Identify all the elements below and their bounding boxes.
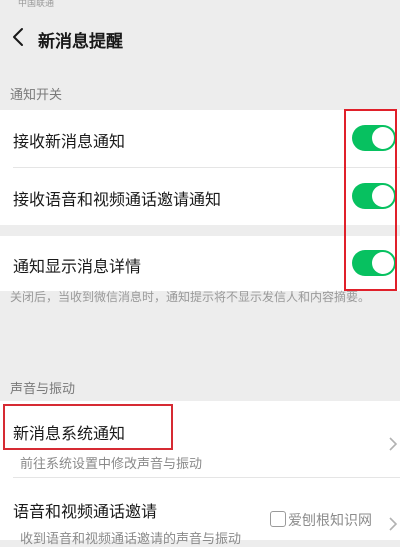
details-hint-text: 关闭后，当收到微信消息时，通知提示将不显示发信人和内容摘要。 — [10, 290, 371, 304]
row-label: 接收新消息通知 — [13, 132, 126, 151]
row-show-message-details[interactable]: 通知显示消息详情 — [0, 236, 400, 291]
row-receive-call-invite[interactable]: 接收语音和视频通话邀请通知 — [0, 168, 400, 225]
page-title: 新消息提醒 — [38, 32, 123, 52]
section-header-notify: 通知开关 — [10, 88, 63, 103]
chevron-right-icon — [389, 437, 398, 451]
row-subtitle: 前往系统设置中修改声音与振动 — [20, 457, 203, 472]
back-arrow-icon[interactable] — [8, 26, 30, 48]
chevron-right-icon — [389, 517, 398, 531]
row-label: 接收语音和视频通话邀请通知 — [13, 190, 222, 209]
row-call-invite-sound[interactable]: 语音和视频通话邀请 收到语音和视频通话邀请的声音与振动 — [0, 478, 400, 547]
watermark-logo-icon — [270, 511, 286, 527]
row-label: 语音和视频通话邀请 — [13, 502, 158, 521]
nav-bar: 新消息提醒 — [0, 12, 400, 64]
annotation-highlight-toggles — [344, 109, 397, 291]
notify-switch-group: 接收新消息通知 接收语音和视频通话邀请通知 — [0, 110, 400, 225]
watermark-text: 爱刨根知识网 — [288, 513, 372, 529]
watermark: 爱刨根知识网 — [270, 510, 372, 530]
status-bar: 中国联通 — [0, 0, 400, 9]
carrier-label: 中国联通 — [18, 0, 55, 9]
annotation-highlight-system-notification — [3, 404, 173, 450]
row-receive-new-message[interactable]: 接收新消息通知 — [0, 110, 400, 167]
section-header-sound: 声音与振动 — [10, 382, 76, 397]
row-label: 通知显示消息详情 — [13, 257, 142, 276]
row-subtitle: 收到语音和视频通话邀请的声音与振动 — [20, 532, 242, 547]
details-group: 通知显示消息详情 — [0, 236, 400, 291]
